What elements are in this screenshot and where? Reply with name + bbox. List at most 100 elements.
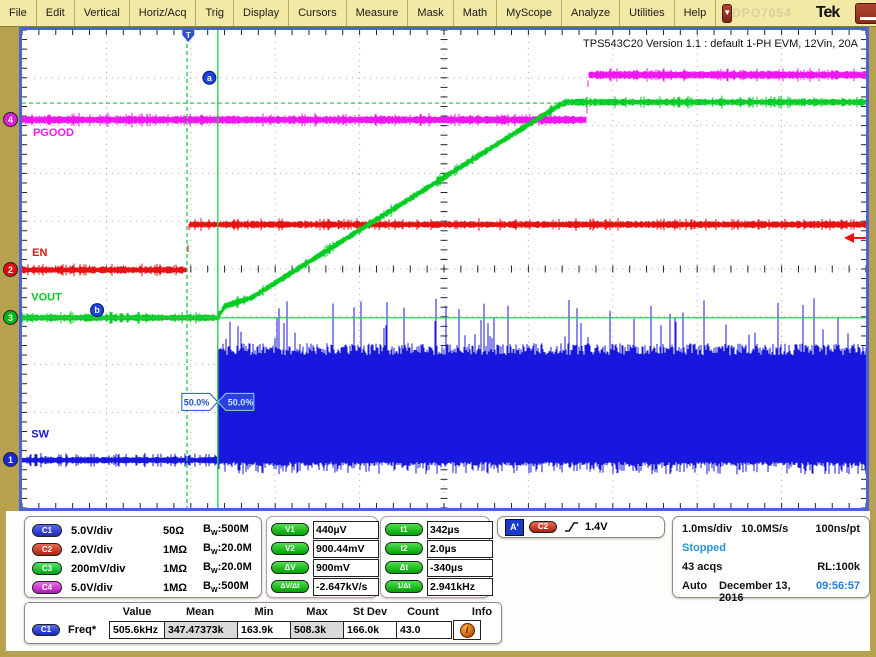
- delta-t-value: -340µs: [427, 559, 493, 577]
- c4-scale: 5.0V/div: [71, 582, 163, 594]
- meas-max: 508.3k: [290, 621, 346, 639]
- header-mean: Mean: [170, 606, 230, 618]
- t1-badge: t1: [385, 523, 423, 536]
- header-min: Min: [234, 606, 294, 618]
- trigger-level: 1.4V: [585, 521, 608, 533]
- c2-scale: 2.0V/div: [71, 544, 163, 556]
- menu-utilities[interactable]: Utilities: [620, 0, 674, 26]
- channel-3-marker[interactable]: 3: [3, 310, 18, 325]
- model-watermark: DPO7054: [732, 6, 792, 20]
- minimize-icon: [860, 17, 876, 20]
- meas-count: 43.0: [396, 621, 452, 639]
- c4-impedance: 1MΩ: [163, 582, 203, 594]
- info-icon: i: [460, 623, 475, 638]
- dv-dt-value: -2.647kV/s: [313, 578, 379, 596]
- resolution: 100ns/pt: [815, 523, 860, 535]
- inv-delta-t-badge: 1/Δt: [385, 580, 423, 593]
- rising-edge-icon: [564, 520, 579, 534]
- v1-value: 440µV: [313, 521, 379, 539]
- graticule: PGOODENVOUTSWTPS543C20 Version 1.1 : def…: [22, 30, 866, 508]
- info-button[interactable]: i: [453, 620, 481, 640]
- menu-measure[interactable]: Measure: [347, 0, 409, 26]
- time-text: 09:56:57: [816, 580, 860, 604]
- header-value: Value: [107, 606, 167, 618]
- oscilloscope-screen: File Edit Vertical Horiz/Acq Trig Displa…: [0, 0, 876, 657]
- c2-badge[interactable]: C2: [32, 543, 62, 556]
- menu-myscope[interactable]: MyScope: [497, 0, 562, 26]
- delta-t-badge: Δt: [385, 561, 423, 574]
- chevron-down-icon: ▼: [723, 8, 731, 17]
- waveform-display[interactable]: PGOODENVOUTSWTPS543C20 Version 1.1 : def…: [19, 27, 869, 511]
- v2-badge: V2: [271, 542, 309, 555]
- acquisition-status: Stopped: [682, 542, 726, 554]
- svg-text:EN: EN: [32, 247, 47, 259]
- meas-c1-badge[interactable]: C1: [32, 624, 60, 636]
- menu-file[interactable]: File: [0, 0, 37, 26]
- c2-bandwidth: BW:20.0M: [203, 542, 252, 556]
- menu-analyze[interactable]: Analyze: [562, 0, 620, 26]
- timebase-panel: 1.0ms/div 10.0MS/s 100ns/pt Stopped 43 a…: [672, 516, 870, 598]
- svg-text:SW: SW: [31, 428, 49, 440]
- header-info: Info: [452, 606, 512, 618]
- c4-bandwidth: BW:500M: [203, 580, 249, 594]
- dv-dt-badge: ΔV/Δt: [271, 580, 309, 593]
- meas-mean: 347.47373k: [164, 621, 240, 639]
- channel-2-marker[interactable]: 2: [3, 262, 18, 277]
- menu-math[interactable]: Math: [454, 0, 497, 26]
- menu-dropdown-button[interactable]: ▼: [722, 4, 732, 23]
- c1-bandwidth: BW:500M: [203, 523, 249, 537]
- t2-value: 2.0µs: [427, 540, 493, 558]
- svg-text:T: T: [186, 31, 191, 40]
- measurement-panel: Value Mean Min Max St Dev Count Info C1 …: [24, 602, 502, 644]
- tek-logo: Tek: [816, 4, 839, 22]
- t-cursor-panel: t1 342µs t2 2.0µs Δt -340µs 1/Δt 2.941kH…: [380, 516, 490, 598]
- menu-cursors[interactable]: Cursors: [289, 0, 347, 26]
- svg-text:50.0%: 50.0%: [184, 397, 210, 407]
- svg-text:50.0%: 50.0%: [228, 397, 254, 407]
- meas-value: 505.6kHz: [109, 621, 167, 639]
- channel-4-marker[interactable]: 4: [3, 112, 18, 127]
- channel-settings-panel: C1 5.0V/div 50Ω BW:500M C2 2.0V/div 1MΩ …: [24, 516, 262, 598]
- c3-badge[interactable]: C3: [32, 562, 62, 575]
- c3-bandwidth: BW:20.0M: [203, 561, 252, 575]
- menu-edit[interactable]: Edit: [37, 0, 75, 26]
- sample-rate: 10.0MS/s: [741, 523, 788, 535]
- c2-impedance: 1MΩ: [163, 544, 203, 556]
- date-text: December 13, 2016: [719, 580, 816, 604]
- header-max: Max: [287, 606, 347, 618]
- menu-mask[interactable]: Mask: [408, 0, 453, 26]
- menu-bar: File Edit Vertical Horiz/Acq Trig Displa…: [0, 0, 876, 27]
- channel-1-marker[interactable]: 1: [3, 452, 18, 467]
- menu-display[interactable]: Display: [234, 0, 289, 26]
- meas-name: Freq*: [68, 624, 96, 636]
- delta-v-value: 900mV: [313, 559, 379, 577]
- trigger-a-badge[interactable]: A': [505, 519, 524, 536]
- trigger-source-badge[interactable]: C2: [529, 521, 557, 533]
- delta-v-badge: ΔV: [271, 561, 309, 574]
- menu-help[interactable]: Help: [675, 0, 717, 26]
- t1-value: 342µs: [427, 521, 493, 539]
- trigger-panel: A' C2 1.4V: [497, 516, 665, 538]
- menu-horiz-acq[interactable]: Horiz/Acq: [130, 0, 197, 26]
- svg-text:VOUT: VOUT: [31, 292, 62, 304]
- t2-badge: t2: [385, 542, 423, 555]
- c1-impedance: 50Ω: [163, 525, 203, 537]
- svg-text:TPS543C20 Version 1.1 : defaul: TPS543C20 Version 1.1 : default 1-PH EVM…: [583, 38, 859, 50]
- meas-stdev: 166.0k: [343, 621, 399, 639]
- header-stdev: St Dev: [340, 606, 400, 618]
- svg-text:b: b: [94, 305, 100, 315]
- c1-scale: 5.0V/div: [71, 525, 163, 537]
- header-count: Count: [393, 606, 453, 618]
- acq-count: 43 acqs: [682, 561, 722, 573]
- menu-trig[interactable]: Trig: [196, 0, 234, 26]
- menu-vertical[interactable]: Vertical: [75, 0, 130, 26]
- minimize-button[interactable]: [855, 3, 876, 24]
- c3-impedance: 1MΩ: [163, 563, 203, 575]
- c1-badge[interactable]: C1: [32, 524, 62, 537]
- meas-min: 163.9k: [237, 621, 293, 639]
- v1-badge: V1: [271, 523, 309, 536]
- readout-area: C1 5.0V/div 50Ω BW:500M C2 2.0V/div 1MΩ …: [6, 511, 870, 651]
- record-length: RL:100k: [817, 561, 860, 573]
- v-cursor-panel: V1 440µV V2 900.44mV ΔV 900mV ΔV/Δt -2.6…: [266, 516, 378, 598]
- c4-badge[interactable]: C4: [32, 581, 62, 594]
